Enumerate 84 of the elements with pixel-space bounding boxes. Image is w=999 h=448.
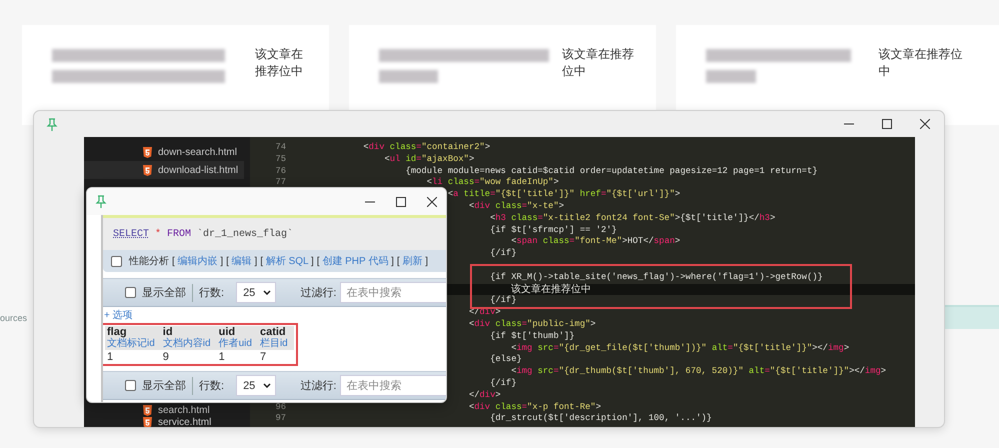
table-cell: 9 bbox=[160, 350, 217, 364]
column-comment: 文档内容id bbox=[162, 338, 211, 350]
file-tree-item[interactable]: download-list.html bbox=[84, 161, 244, 179]
code-line: <span class="font-Me">HOT</span> bbox=[511, 236, 680, 248]
html-file-icon bbox=[143, 146, 152, 158]
sql-keyword-link[interactable]: SELECT bbox=[113, 228, 150, 240]
background-strip bbox=[945, 305, 999, 329]
line-number: 77 bbox=[274, 177, 287, 190]
filter-label: 过滤行: bbox=[300, 379, 336, 393]
toolbar-link[interactable]: [ 编辑 ] bbox=[226, 254, 258, 268]
code-line: 该文章在推荐位中 bbox=[511, 284, 592, 296]
column-comment: 作者uid bbox=[218, 338, 252, 350]
table-name: `dr_1_news_flag` bbox=[197, 228, 294, 240]
code-line: {/if} bbox=[490, 248, 516, 260]
sql-operator: * bbox=[155, 228, 162, 240]
code-line: <div class="x-p font-Re"> bbox=[468, 402, 601, 414]
sql-keyword: FROM bbox=[167, 228, 192, 240]
column-name: flag bbox=[107, 326, 127, 338]
toolbar-link[interactable]: [ 刷新 ] bbox=[396, 254, 428, 268]
code-line: <div class="public-img"> bbox=[468, 318, 596, 331]
line-number: 75 bbox=[274, 154, 287, 166]
checkbox[interactable] bbox=[125, 380, 136, 391]
code-line: <div class="x-te"> bbox=[468, 200, 564, 213]
profiling-label: 性能分析 bbox=[129, 254, 169, 268]
table-cell: 7 bbox=[258, 350, 294, 364]
code-line: {/if} bbox=[490, 295, 516, 308]
close-icon[interactable] bbox=[427, 196, 437, 206]
code-line: <li class="wow fadeInUp"> bbox=[426, 177, 559, 190]
checkbox[interactable] bbox=[111, 256, 122, 266]
code-line: <img src="{dr_thumb($t['thumb'], 670, 520)}" alt="{$t['title']}"></img> bbox=[511, 366, 886, 378]
code-line: <div class="container2"> bbox=[363, 142, 490, 154]
html-file-icon bbox=[143, 164, 152, 176]
rows-select[interactable]: 25 bbox=[236, 282, 276, 303]
line-number: 97 bbox=[274, 413, 287, 426]
column-name: id bbox=[162, 326, 173, 338]
code-line: {if $t['thumb']} bbox=[490, 330, 575, 343]
toolbar-link[interactable]: [ 编辑内嵌 ] bbox=[172, 254, 224, 268]
code-line: {if $t['sfrmcp'] == '2'} bbox=[490, 224, 617, 236]
caret-icon bbox=[263, 383, 272, 388]
code-line: </div> bbox=[468, 390, 501, 402]
table-cell: 1 bbox=[216, 350, 258, 364]
rows-select[interactable]: 25 bbox=[236, 375, 276, 396]
caret-icon bbox=[263, 290, 272, 295]
column-name: catid bbox=[260, 326, 287, 338]
checkbox[interactable] bbox=[125, 287, 136, 298]
rows-label: 行数: bbox=[199, 286, 224, 300]
pin-icon[interactable] bbox=[95, 195, 107, 208]
file-tree-item[interactable]: service.html bbox=[84, 416, 244, 427]
code-line: <a title="{$t['title']}" href="{$t['url']}"> bbox=[448, 189, 680, 201]
line-number: 76 bbox=[274, 166, 287, 178]
close-icon[interactable] bbox=[920, 119, 930, 129]
code-line: <h3 class="x-title2 font24 font-Se">{$t['title']}</h3> bbox=[490, 212, 776, 225]
line-number: 96 bbox=[274, 402, 287, 414]
table-cell: 1 bbox=[105, 350, 161, 364]
toolbar-link[interactable]: [ 解析 SQL ] bbox=[260, 254, 314, 268]
html-file-icon bbox=[143, 404, 152, 416]
line-number: 74 bbox=[274, 142, 287, 154]
file-tree-item[interactable]: search.html bbox=[84, 404, 244, 416]
recommend-note: 该文章在推荐位中 bbox=[255, 46, 304, 80]
recommend-note: 该文章在推荐位中 bbox=[562, 46, 635, 80]
filter-input[interactable]: 在表中搜索 bbox=[340, 375, 446, 396]
code-line: {/if} bbox=[490, 378, 516, 390]
recommend-note: 该文章在推荐位中 bbox=[878, 46, 964, 80]
show-all-label: 显示全部 bbox=[142, 378, 186, 393]
rows-label: 行数: bbox=[199, 379, 224, 393]
filter-input[interactable]: 在表中搜索 bbox=[340, 282, 446, 303]
html-file-icon bbox=[143, 416, 152, 427]
column-comment: 栏目id bbox=[260, 338, 288, 350]
background-text: ources bbox=[0, 313, 28, 323]
maximize-icon[interactable] bbox=[396, 196, 406, 206]
column-comment: 文档标记id bbox=[107, 338, 155, 350]
filter-label: 过滤行: bbox=[300, 286, 336, 300]
code-line: {else} bbox=[490, 354, 522, 366]
code-line: <img src="{dr_get_file($t['thumb'])}" alt="{$t['title']}"></img> bbox=[511, 342, 850, 354]
maximize-icon[interactable] bbox=[882, 119, 892, 129]
toolbar-link[interactable]: [ 创建 PHP 代码 ] bbox=[316, 254, 394, 268]
code-line: {dr_strcut($t['description'], 100, '...')} bbox=[490, 413, 712, 426]
code-line: <ul id="ajaxBox"> bbox=[384, 154, 474, 166]
code-line: {module module=news catid=$catid order=updatetime pagesize=12 page=1 return=t} bbox=[406, 166, 818, 178]
show-all-label: 显示全部 bbox=[142, 286, 186, 300]
options-link[interactable]: + 选项 bbox=[104, 310, 446, 322]
code-line: {if XR_M()->table_site('news_flag')->where('flag=1')->getRow()} bbox=[490, 272, 823, 284]
column-name: uid bbox=[218, 326, 236, 338]
file-tree-item[interactable]: down-search.html bbox=[84, 143, 244, 161]
